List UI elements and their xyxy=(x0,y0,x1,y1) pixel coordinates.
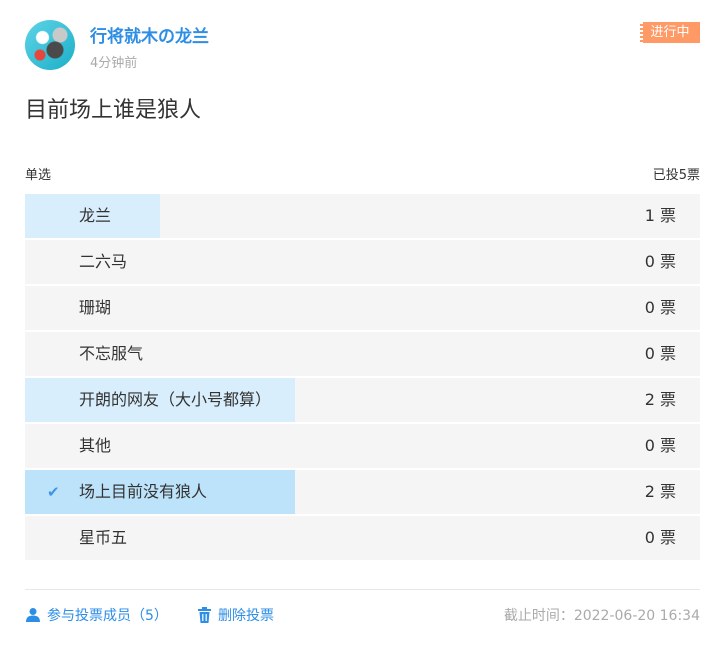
poll-option[interactable]: 星币五 0 票 xyxy=(25,516,700,560)
poll-question: 目前场上谁是狼人 xyxy=(25,98,202,123)
status-badge: 进行中 xyxy=(640,22,700,43)
participants-label: 参与投票成员（5） xyxy=(47,608,168,624)
option-label: 其他 xyxy=(79,436,112,455)
author-name[interactable]: 行将就木の龙兰 xyxy=(90,22,209,47)
divider xyxy=(25,589,700,590)
participants-button[interactable]: 参与投票成员（5） xyxy=(25,605,168,625)
poll-option[interactable]: 不忘服气 0 票 xyxy=(25,332,700,376)
post-time: 4分钟前 xyxy=(90,56,138,71)
poll-options: 龙兰 1 票二六马 0 票珊瑚 0 票不忘服气 0 票开朗的网友（大小号都算） 2 票其他… xyxy=(25,194,700,562)
poll-option[interactable]: 其他 0 票 xyxy=(25,424,700,468)
option-votes: 0 票 xyxy=(644,298,676,317)
option-votes: 2 票 xyxy=(644,390,676,409)
deadline: 截止时间：2022-06-20 16:34 xyxy=(503,608,700,624)
user-icon xyxy=(26,608,40,622)
option-label: 场上目前没有狼人 xyxy=(79,482,208,501)
poll-option[interactable]: 珊瑚 0 票 xyxy=(25,286,700,330)
poll-option[interactable]: 二六马 0 票 xyxy=(25,240,700,284)
option-label: 不忘服气 xyxy=(79,344,144,363)
option-label: 珊瑚 xyxy=(79,298,112,317)
option-label: 二六马 xyxy=(79,252,128,271)
option-votes: 2 票 xyxy=(644,482,676,501)
option-votes: 0 票 xyxy=(644,528,676,547)
avatar[interactable] xyxy=(25,20,75,70)
option-votes: 0 票 xyxy=(644,436,676,455)
poll-option[interactable]: 开朗的网友（大小号都算） 2 票 xyxy=(25,378,700,422)
option-label: 开朗的网友（大小号都算） xyxy=(79,390,272,409)
poll-option[interactable]: 龙兰 1 票 xyxy=(25,194,700,238)
delete-label: 删除投票 xyxy=(218,608,274,624)
poll-type: 单选 xyxy=(25,168,52,183)
option-label: 龙兰 xyxy=(79,206,112,225)
option-votes: 0 票 xyxy=(644,344,676,363)
option-label: 星币五 xyxy=(79,528,128,547)
check-icon: ✔ xyxy=(47,483,60,501)
option-votes: 0 票 xyxy=(644,252,676,271)
delete-poll-button[interactable]: 删除投票 xyxy=(197,605,274,625)
option-votes: 1 票 xyxy=(644,206,676,225)
poll-option[interactable]: ✔ 场上目前没有狼人 2 票 xyxy=(25,470,700,514)
trash-icon xyxy=(198,607,211,623)
poll-total-votes: 已投5票 xyxy=(652,168,700,183)
